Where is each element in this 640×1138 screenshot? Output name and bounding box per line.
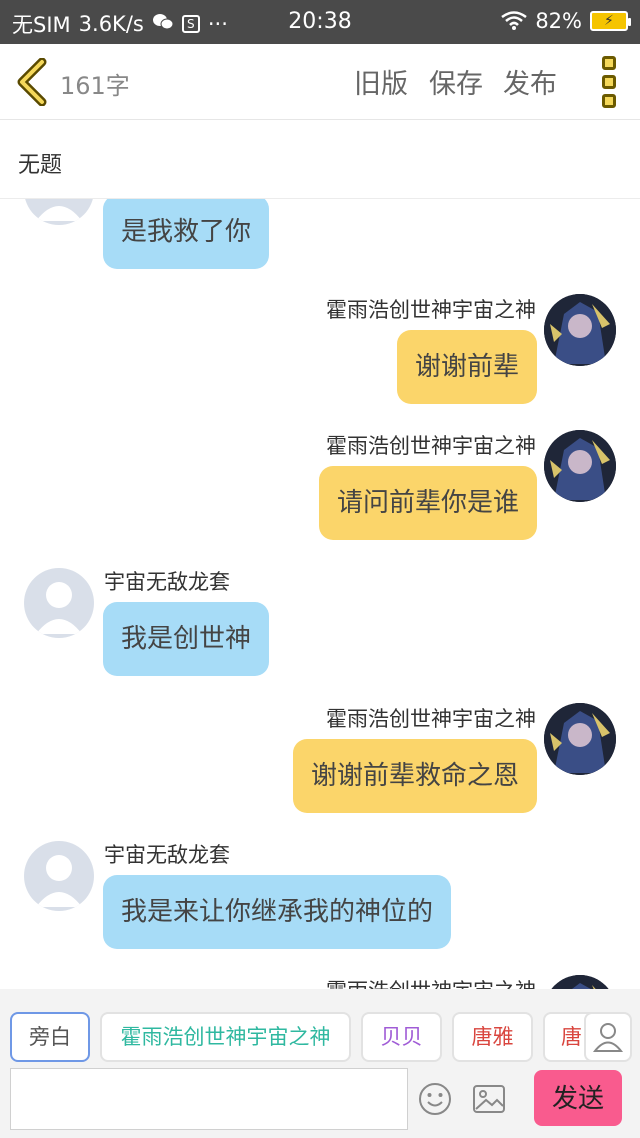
character-count: 161字 <box>60 72 130 100</box>
input-bar: 发送 <box>0 1062 640 1138</box>
message-bubble[interactable]: 谢谢前辈 <box>396 330 537 404</box>
message-input[interactable] <box>10 1068 408 1130</box>
chat-area[interactable]: 是我救了你 霍雨浩创世神宇宙之神 谢谢前辈 霍雨浩创世神宇宙之神 请问前辈你是谁… <box>0 199 640 989</box>
speaker-chip-tangya[interactable]: 唐雅 <box>452 1012 533 1062</box>
anime-character-icon <box>544 975 616 989</box>
speaker-label: 旁白 <box>29 1025 71 1049</box>
emoji-button[interactable] <box>418 1082 452 1116</box>
character-avatar[interactable] <box>544 703 616 775</box>
sender-name: 霍雨浩创世神宇宙之神 <box>326 298 536 322</box>
default-avatar[interactable] <box>24 841 94 911</box>
title-bar[interactable]: 无题 <box>0 121 640 199</box>
sender-name: 宇宙无敌龙套 <box>104 570 230 594</box>
user-icon <box>592 1023 624 1052</box>
story-title[interactable]: 无题 <box>18 147 62 179</box>
wifi-icon <box>501 11 528 31</box>
chevron-left-icon <box>17 57 47 107</box>
top-nav-bar: 161字 旧版 保存 发布 <box>0 44 640 120</box>
sender-name: 宇宙无敌龙套 <box>104 843 230 867</box>
message-bubble[interactable]: 我是来让你继承我的神位的 <box>103 875 452 949</box>
sender-name: 霍雨浩创世神宇宙之神 <box>326 434 536 458</box>
back-button[interactable] <box>14 57 54 107</box>
image-button[interactable] <box>472 1082 506 1116</box>
message-bubble[interactable]: 谢谢前辈救命之恩 <box>292 739 537 813</box>
message-bubble[interactable]: 请问前辈你是谁 <box>318 466 537 540</box>
save-button[interactable]: 保存 <box>429 62 483 101</box>
more-menu-button[interactable] <box>598 56 620 108</box>
message-bubble[interactable]: 是我救了你 <box>103 199 270 269</box>
speaker-label: 贝贝 <box>380 1025 423 1049</box>
menu-dot-icon <box>602 94 616 108</box>
speaker-chip-huo-yuhao[interactable]: 霍雨浩创世神宇宙之神 <box>100 1012 351 1062</box>
speaker-label: 霍雨浩创世神宇宙之神 <box>120 1025 331 1049</box>
default-avatar[interactable] <box>24 199 94 225</box>
speaker-label: 唐 <box>561 1025 582 1049</box>
status-right: 82% ⚡ <box>501 9 631 33</box>
publish-button[interactable]: 发布 <box>503 62 557 101</box>
sender-name: 霍雨浩创世神宇宙之神 <box>326 707 536 731</box>
character-avatar[interactable] <box>544 975 616 989</box>
sender-name: 霍雨浩创世神宇宙之神 <box>326 975 536 989</box>
person-silhouette-icon <box>36 582 82 634</box>
speaker-chip-narration[interactable]: 旁白 <box>10 1012 90 1062</box>
character-avatar[interactable] <box>544 430 616 502</box>
image-icon <box>473 1085 505 1113</box>
smiley-icon <box>419 1083 451 1115</box>
character-avatar[interactable] <box>544 294 616 366</box>
old-version-button[interactable]: 旧版 <box>354 62 408 101</box>
speaker-label: 唐雅 <box>471 1025 514 1049</box>
battery-icon: ⚡ <box>590 11 631 31</box>
battery-percent: 82% <box>535 9 582 33</box>
menu-dot-icon <box>602 56 616 70</box>
person-silhouette-icon <box>36 855 82 907</box>
anime-character-icon <box>544 430 616 502</box>
status-bar: 无SIM 3.6K/s S ··· 20:38 82% ⚡ <box>0 0 640 44</box>
person-silhouette-icon <box>36 206 82 221</box>
message-bubble[interactable]: 我是创世神 <box>103 602 270 676</box>
send-button[interactable]: 发送 <box>534 1070 622 1126</box>
manage-characters-button[interactable] <box>584 1012 632 1062</box>
default-avatar[interactable] <box>24 568 94 638</box>
anime-character-icon <box>544 703 616 775</box>
speaker-chip-beibei[interactable]: 贝贝 <box>361 1012 442 1062</box>
menu-dot-icon <box>602 75 616 89</box>
anime-character-icon <box>544 294 616 366</box>
